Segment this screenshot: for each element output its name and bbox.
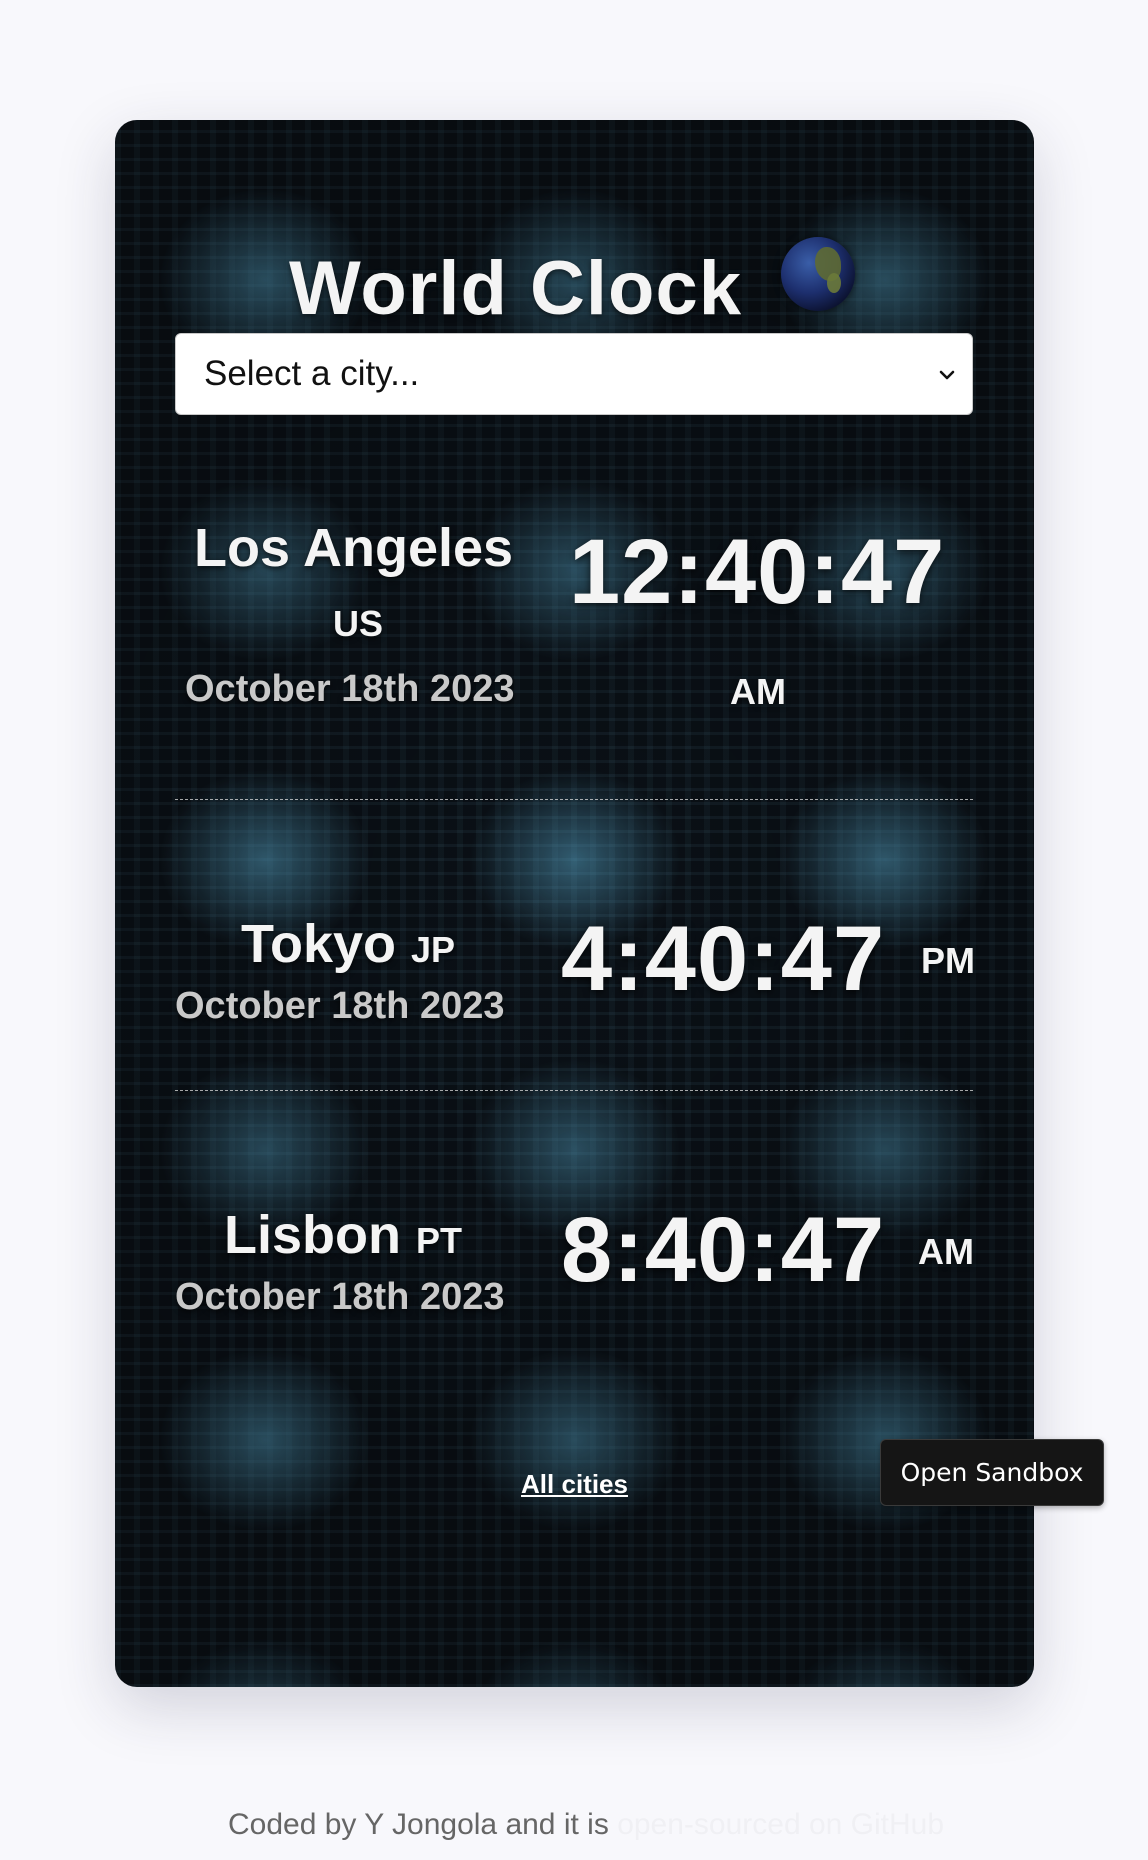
page-title: World Clock — [289, 246, 742, 331]
city-time: 4:40:47 — [561, 908, 886, 1010]
city-name: Lisbon PT — [224, 1204, 462, 1266]
city-name: Los Angeles — [194, 518, 514, 578]
city-time: 12:40:47 — [569, 521, 946, 623]
chevron-down-icon — [939, 370, 955, 380]
city-name-text: Tokyo — [241, 914, 397, 974]
city-select[interactable]: Select a city... — [175, 333, 973, 415]
city-name: Tokyo JP — [241, 913, 455, 975]
footer: Coded by Y Jongola and it is open-source… — [228, 1808, 944, 1842]
city-date: October 18th 2023 — [185, 668, 515, 710]
city-time: 8:40:47 — [561, 1199, 886, 1301]
city-country: PT — [416, 1220, 463, 1261]
city-country: US — [333, 603, 384, 644]
open-sandbox-button[interactable]: Open Sandbox — [880, 1439, 1104, 1506]
city-period: AM — [918, 1231, 974, 1272]
city-select-placeholder: Select a city... — [204, 354, 420, 393]
city-date: October 18th 2023 — [175, 1276, 505, 1318]
city-country: JP — [411, 929, 456, 970]
globe-icon — [781, 237, 855, 311]
city-name-text: Lisbon — [224, 1205, 401, 1265]
github-link[interactable]: open-sourced on GitHub — [617, 1808, 944, 1841]
city-period: PM — [921, 940, 975, 981]
city-period: AM — [730, 671, 786, 712]
divider — [175, 799, 973, 800]
footer-text: Coded by Y Jongola and it is — [228, 1808, 609, 1841]
divider — [175, 1090, 973, 1091]
city-date: October 18th 2023 — [175, 985, 505, 1027]
